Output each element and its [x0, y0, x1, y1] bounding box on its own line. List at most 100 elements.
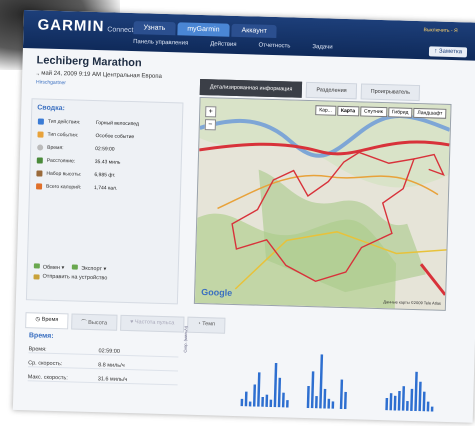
map-type-satellite[interactable]: Спутник	[359, 106, 388, 118]
tab-player[interactable]: Проигрыватель	[360, 83, 421, 102]
map-type-short[interactable]: Кар...	[315, 105, 337, 116]
summary-panel: Сводка: Тип действия: Горный велосипед Т…	[25, 98, 184, 305]
tab-heart-rate[interactable]: ♥ Частота пульса	[119, 314, 185, 333]
tab-time[interactable]: ◷ Время	[25, 312, 69, 330]
export-label: Экспорт	[81, 265, 103, 272]
speed-bar	[277, 377, 282, 408]
speed-bar	[418, 381, 422, 412]
speed-bar	[430, 406, 434, 412]
speed-bar	[257, 372, 261, 407]
elevation-icon	[36, 169, 43, 177]
activity-date: ., май 24, 2009 9:19 AM Центральная Евро…	[36, 70, 162, 80]
stat-row: Всего калорий: 1,744 кал.	[30, 179, 180, 196]
speed-bar	[414, 371, 418, 412]
tab-splits[interactable]: Разделения	[306, 81, 357, 100]
logo-text: GARMIN	[37, 16, 105, 36]
map-type-hybrid[interactable]: Гибрид	[387, 107, 413, 118]
clock-icon	[37, 143, 44, 151]
flag-icon	[37, 130, 44, 138]
chart-y-label: Скор. (миль/ч)	[182, 325, 189, 353]
speed-bar	[310, 371, 315, 409]
nav-tab-mygarmin[interactable]: myGarmin	[177, 22, 230, 37]
map-canvas	[194, 97, 451, 310]
subnav-tasks[interactable]: Задачи	[312, 44, 332, 51]
time-row-label: Макс. скорость:	[27, 374, 68, 382]
speed-bar	[422, 391, 426, 412]
speed-bar	[273, 362, 278, 408]
map-type-terrain[interactable]: Ландшафт	[413, 107, 447, 119]
stat-value: Особое событие	[95, 132, 135, 140]
share-button[interactable]: Обмен ▾	[33, 262, 65, 271]
stat-value: Горный велосипед	[95, 119, 139, 127]
activity-type-icon	[37, 117, 44, 125]
speed-bar	[410, 388, 414, 412]
subnav-dashboard[interactable]: Панель управления	[133, 39, 188, 47]
export-button[interactable]: Экспорт ▾	[72, 263, 106, 272]
speed-bar	[343, 391, 347, 410]
activity-title: Lechiberg Marathon	[36, 54, 142, 70]
device-icon	[33, 273, 40, 280]
stat-value: 1,744 кал.	[93, 184, 118, 192]
speed-chart	[240, 354, 434, 412]
subnav-reports[interactable]: Отчетность	[258, 43, 290, 50]
garmin-logo[interactable]: GARMIN Connect	[37, 16, 133, 36]
chart-tabs: ◷ Время ⌒ Высота ♥ Частота пульса ◔ Темп	[25, 312, 228, 334]
speed-bar	[252, 384, 257, 407]
tab-time-label: Время	[41, 316, 59, 324]
tab-details[interactable]: Детализированная информация	[199, 78, 303, 98]
speed-bar	[385, 397, 389, 411]
stat-label: Набор высоты:	[46, 170, 82, 178]
activity-actions: Обмен ▾ Экспорт ▾ Отправить на устройств…	[33, 261, 107, 283]
time-row-label: Ср. скорость:	[28, 360, 63, 368]
time-row-value: 02:59:00	[98, 348, 120, 355]
time-row: Ср. скорость: 8.8 миль/ч	[28, 360, 179, 372]
speed-bar	[319, 354, 324, 409]
speed-bar	[426, 401, 430, 412]
speed-bar	[397, 390, 401, 411]
map-type-map[interactable]: Карта	[336, 105, 360, 117]
tab-elevation-label: Высота	[88, 319, 108, 327]
speed-bar	[269, 399, 273, 408]
activity-owner-link[interactable]: Hirschgartner	[36, 79, 66, 86]
tab-elevation[interactable]: ⌒ Высота	[70, 313, 118, 331]
top-navigation: Узнать myGarmin Аккаунт	[133, 21, 279, 39]
speed-bar	[393, 395, 397, 411]
distance-icon	[36, 156, 43, 164]
send-label: Отправить на устройство	[42, 273, 108, 282]
stat-value: 35.43 миль	[94, 158, 121, 166]
export-icon	[72, 263, 79, 270]
google-logo: Google	[201, 287, 233, 298]
speed-bar	[261, 396, 264, 407]
stat-label: Расстояние:	[46, 157, 76, 164]
tab-heart-rate-label: Частота пульса	[134, 319, 175, 327]
speed-bar	[314, 396, 318, 409]
time-row: Время: 02:59:00	[28, 346, 179, 358]
speed-bar	[331, 401, 335, 409]
zoom-in-icon[interactable]: +	[205, 106, 217, 118]
route-map[interactable]: + − Кар... Карта Спутник Гибрид Ландшафт…	[193, 96, 452, 311]
send-to-device-button[interactable]: Отправить на устройство	[33, 271, 107, 283]
stat-value: 6,985 фт.	[94, 171, 116, 179]
speed-bar	[240, 398, 244, 407]
stat-value: 02:59:00	[95, 145, 115, 153]
speed-bar	[265, 394, 269, 407]
speed-bar	[323, 388, 327, 409]
speed-bar	[286, 400, 289, 408]
add-note-button[interactable]: ↑ Заметка	[429, 46, 468, 58]
time-row: Макс. скорость: 31.6 миль/ч	[27, 374, 178, 386]
nav-tab-learn[interactable]: Узнать	[133, 21, 176, 36]
stat-label: Тип события:	[47, 131, 79, 139]
subnav-activities[interactable]: Действия	[210, 41, 236, 48]
nav-tab-account[interactable]: Аккаунт	[231, 23, 278, 39]
time-row-label: Время:	[28, 346, 47, 353]
zoom-out-icon[interactable]: −	[204, 119, 217, 131]
speed-bar	[306, 385, 310, 409]
logo-subtext: Connect	[107, 26, 134, 35]
logout-link[interactable]: Выключить - Я	[423, 27, 457, 34]
speed-bar	[248, 401, 252, 407]
add-note-label: Заметка	[438, 48, 463, 56]
calories-icon	[36, 182, 43, 190]
speed-bar	[389, 393, 393, 411]
share-label: Обмен	[42, 264, 61, 271]
tab-pace[interactable]: ◔ Темп	[187, 316, 226, 334]
